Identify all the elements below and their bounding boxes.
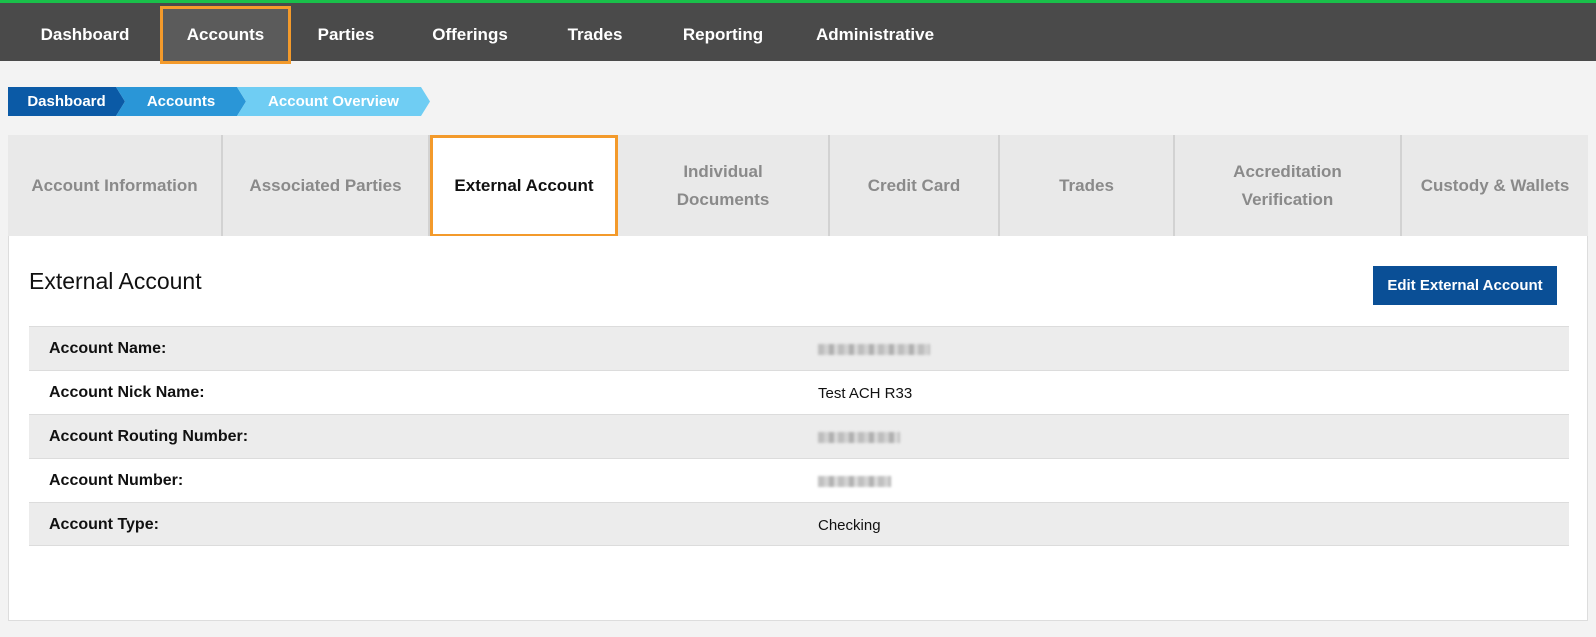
redacted-value — [818, 431, 900, 443]
nav-accounts[interactable]: Accounts — [160, 6, 291, 64]
account-type-value: Checking — [818, 516, 881, 534]
tab-individual-documents[interactable]: Individual Documents — [618, 135, 830, 236]
account-name-label: Account Name: — [49, 340, 167, 357]
tab-account-information[interactable]: Account Information — [8, 135, 223, 236]
nav-administrative[interactable]: Administrative — [800, 6, 950, 64]
table-row: Account Number: — [29, 458, 1569, 502]
tab-custody-wallets[interactable]: Custody & Wallets — [1402, 135, 1588, 236]
edit-external-account-button[interactable]: Edit External Account — [1373, 266, 1557, 305]
breadcrumb-accounts[interactable]: Accounts — [116, 87, 246, 116]
tab-trades[interactable]: Trades — [1000, 135, 1175, 236]
account-number-value — [818, 459, 891, 503]
table-row: Account Routing Number: — [29, 414, 1569, 458]
account-nick-name-value: Test ACH R33 — [818, 384, 913, 402]
table-row: Account Type: Checking — [29, 502, 1569, 546]
tab-external-account[interactable]: External Account — [430, 135, 618, 237]
account-routing-number-value — [818, 415, 900, 459]
nav-reporting[interactable]: Reporting — [660, 6, 786, 64]
account-nick-name-label: Account Nick Name: — [49, 384, 205, 401]
account-routing-number-label: Account Routing Number: — [49, 428, 249, 445]
table-row: Account Nick Name: Test ACH R33 — [29, 370, 1569, 414]
breadcrumb-account-overview: Account Overview — [237, 87, 430, 116]
redacted-value — [818, 343, 930, 355]
nav-offerings[interactable]: Offerings — [410, 6, 530, 64]
redacted-value — [818, 475, 891, 487]
account-type-label: Account Type: — [49, 516, 159, 533]
nav-parties[interactable]: Parties — [296, 6, 396, 64]
breadcrumb-dashboard[interactable]: Dashboard — [8, 87, 125, 116]
nav-dashboard[interactable]: Dashboard — [18, 6, 152, 64]
top-navigation-bar: Dashboard Accounts Parties Offerings Tra… — [0, 0, 1596, 64]
panel-title: External Account — [29, 268, 202, 294]
account-name-value — [818, 327, 930, 371]
tab-associated-parties[interactable]: Associated Parties — [223, 135, 430, 236]
nav-trades[interactable]: Trades — [545, 6, 645, 64]
account-number-label: Account Number: — [49, 472, 184, 489]
tab-credit-card[interactable]: Credit Card — [830, 135, 1000, 236]
table-row: Account Name: — [29, 326, 1569, 370]
tab-accreditation-verification[interactable]: Accreditation Verification — [1175, 135, 1402, 236]
